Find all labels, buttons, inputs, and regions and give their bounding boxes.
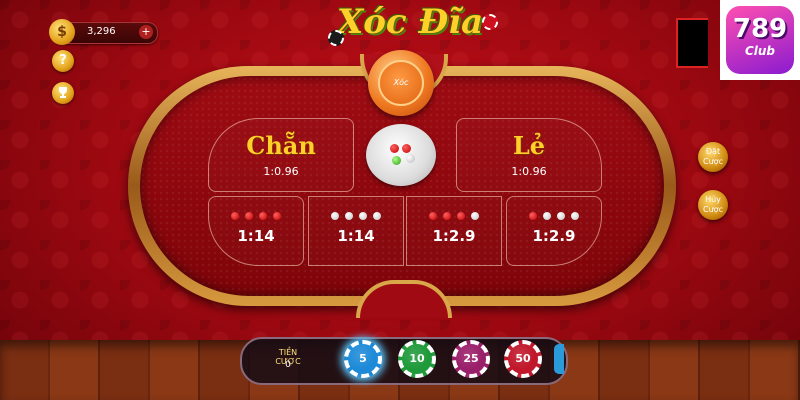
three-red-dots xyxy=(407,205,501,224)
brand-logo: 789 Club xyxy=(720,0,800,80)
trophy-icon xyxy=(59,87,67,98)
three-red-odds: 1:2.9 xyxy=(432,227,476,245)
chip-5[interactable]: 5 xyxy=(344,340,382,378)
red-disc-icon xyxy=(429,212,437,220)
white-disc-icon xyxy=(373,212,381,220)
logo-sub-text: Club xyxy=(744,44,776,58)
history-grid-icon[interactable] xyxy=(676,18,708,68)
three-white-odds: 1:2.9 xyxy=(532,227,576,245)
red-disc-icon xyxy=(231,212,239,220)
cancel-bet-button[interactable]: Hủy Cược xyxy=(698,190,728,220)
red-disc-icon xyxy=(443,212,451,220)
chip-decoration-icon xyxy=(482,14,498,30)
red-disc-icon xyxy=(259,212,267,220)
coin-icon: $ xyxy=(49,19,75,45)
red-disc-icon xyxy=(402,144,411,153)
logo-main-text: 789 xyxy=(732,14,788,44)
white-disc-icon xyxy=(406,154,415,163)
white-disc-icon xyxy=(557,212,565,220)
white-disc-icon xyxy=(571,212,579,220)
red-disc-icon xyxy=(273,212,281,220)
coin-balance-value: 3,296 xyxy=(87,26,116,37)
bet-four-white[interactable]: 1:14 xyxy=(308,196,404,266)
red-disc-icon xyxy=(390,144,399,153)
game-title: Xóc Đĩa xyxy=(336,2,484,42)
chip-10[interactable]: 10 xyxy=(398,340,436,378)
chip-decoration-icon xyxy=(328,30,344,46)
white-disc-icon xyxy=(359,212,367,220)
white-disc-icon xyxy=(331,212,339,220)
shaker-bowl: Xóc xyxy=(368,50,434,116)
red-disc-icon xyxy=(529,212,537,220)
bet-even-label: Chẵn xyxy=(246,131,316,160)
bet-odd-odds: 1:0.96 xyxy=(511,165,547,178)
leaderboard-button[interactable] xyxy=(52,82,74,104)
white-disc-icon xyxy=(345,212,353,220)
chip-50[interactable]: 50 xyxy=(504,340,542,378)
rebet-button[interactable]: Đặt Cược xyxy=(698,142,728,172)
four-white-odds: 1:14 xyxy=(337,227,375,245)
coin-balance-pill[interactable]: $ 3,296 + xyxy=(49,19,158,45)
green-disc-icon xyxy=(392,156,401,165)
bet-odd[interactable]: Lẻ 1:0.96 xyxy=(456,118,602,192)
stake-value: 0 xyxy=(285,360,291,370)
bowl-label: Xóc xyxy=(378,60,424,106)
red-disc-icon xyxy=(245,212,253,220)
bet-odd-label: Lẻ xyxy=(512,131,546,160)
help-button[interactable]: ? xyxy=(52,50,74,72)
white-disc-icon xyxy=(543,212,551,220)
chip-25[interactable]: 25 xyxy=(452,340,490,378)
four-red-odds: 1:14 xyxy=(237,227,275,245)
more-chips-edge[interactable] xyxy=(554,344,564,374)
dice-plate xyxy=(366,124,436,186)
three-white-dots xyxy=(507,205,601,224)
add-coin-button[interactable]: + xyxy=(139,25,153,39)
four-red-dots xyxy=(209,205,303,224)
bet-even[interactable]: Chẵn 1:0.96 xyxy=(208,118,354,192)
white-disc-icon xyxy=(471,212,479,220)
red-disc-icon xyxy=(457,212,465,220)
bet-even-odds: 1:0.96 xyxy=(263,165,299,178)
four-white-dots xyxy=(309,205,403,224)
bet-three-red[interactable]: 1:2.9 xyxy=(406,196,502,266)
